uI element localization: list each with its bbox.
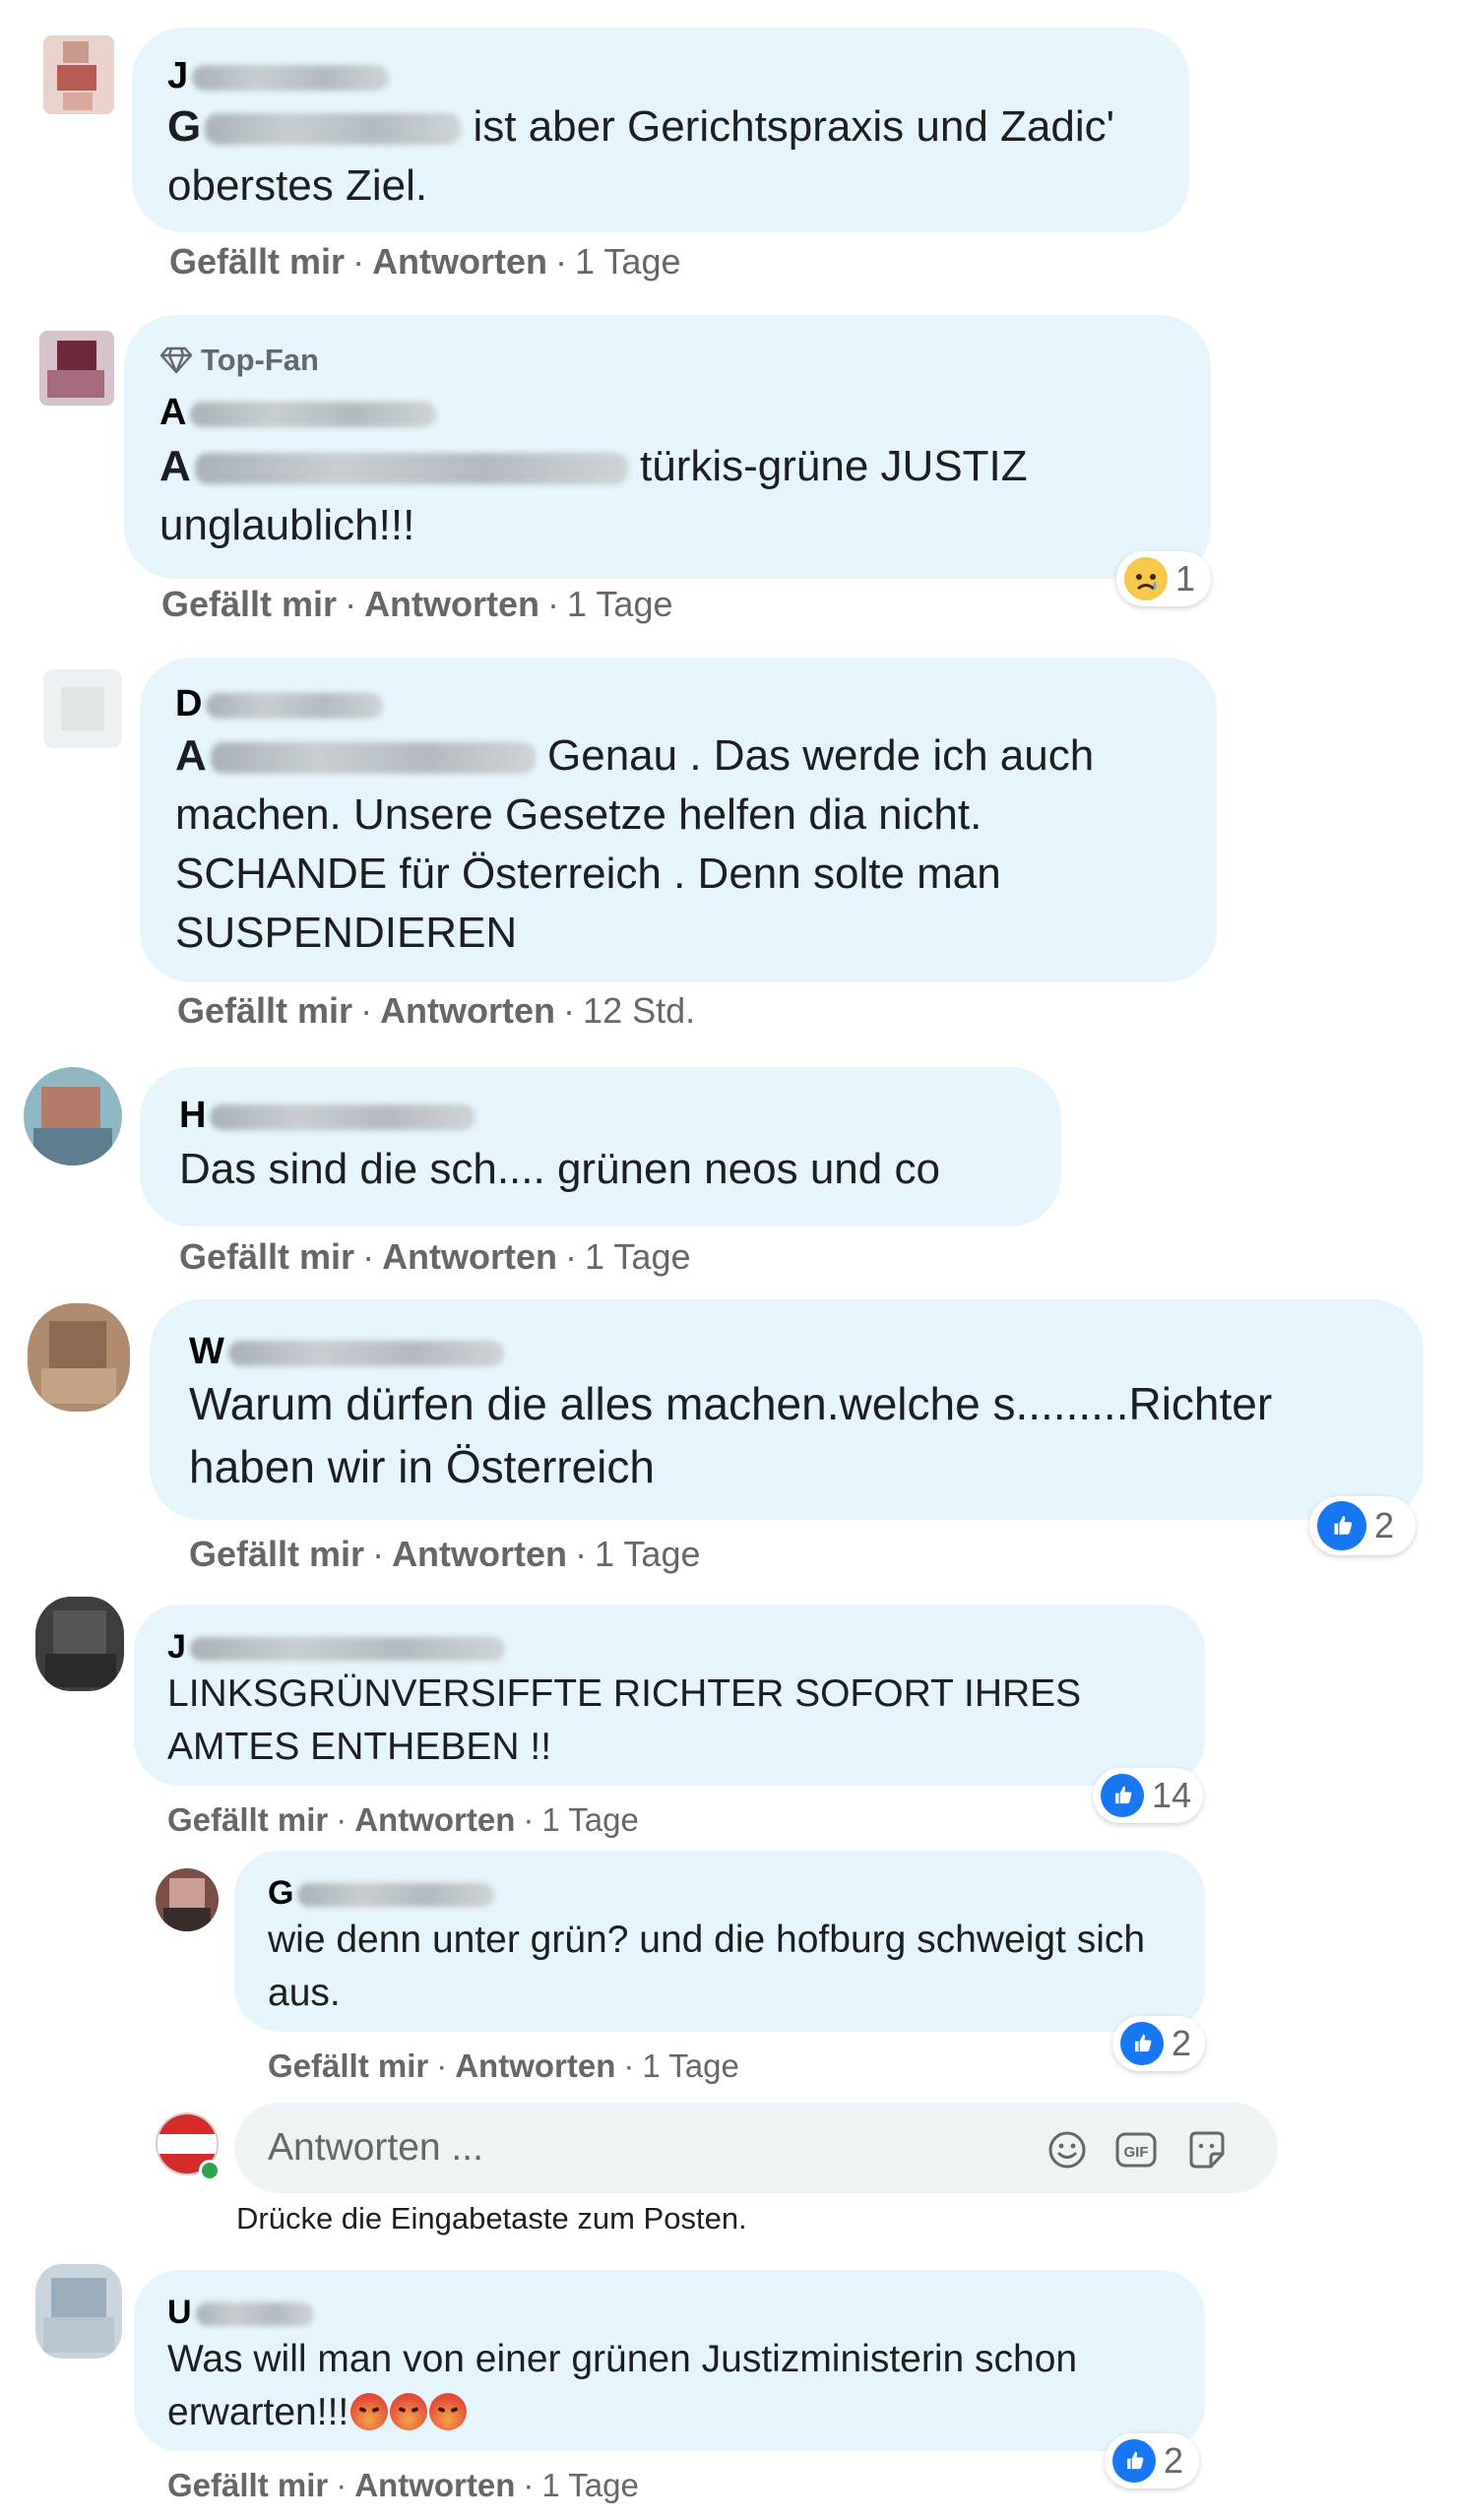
author-name[interactable]: J (167, 1628, 505, 1667)
post-hint: Drücke die Eingabetaste zum Posten. (236, 2201, 747, 2236)
avatar[interactable] (43, 669, 122, 748)
svg-text:GIF: GIF (1124, 2144, 1149, 2161)
like-reaction-icon (1101, 1774, 1144, 1817)
sad-reaction-icon (1124, 557, 1168, 600)
avatar[interactable] (35, 2264, 122, 2359)
comment-actions: Gefällt mir · Antworten · 1 Tage (189, 1534, 701, 1574)
timestamp[interactable]: 1 Tage (585, 1236, 690, 1277)
comment-text: LINKSGRÜNVERSIFFTE RICHTER SOFORT IHRES … (167, 1672, 1082, 1768)
comment-actions: Gefällt mir · Antworten · 1 Tage (268, 2048, 739, 2084)
avatar[interactable] (156, 1868, 219, 1931)
reply-link[interactable]: Antworten (364, 584, 539, 624)
top-fan-badge: Top-Fan (159, 343, 319, 378)
comment-text: Was will man von einer grünen Justizmini… (167, 2338, 1078, 2433)
author-name[interactable]: U (167, 2294, 314, 2332)
reaction-badge[interactable]: 2 (1105, 2433, 1199, 2488)
reply-link[interactable]: Antworten (455, 2048, 615, 2084)
reaction-badge[interactable]: 2 (1309, 1496, 1416, 1555)
angry-emoji-icon (350, 2393, 389, 2430)
gif-icon[interactable]: GIF (1114, 2130, 1158, 2170)
comment-text: A türkis-grüne JUSTIZ unglaublich!!! (159, 437, 1183, 555)
reply-link[interactable]: Antworten (354, 2467, 515, 2503)
avatar[interactable] (28, 1303, 130, 1412)
online-status-dot (199, 2160, 221, 2181)
comment-text: A Genau . Das werde ich auch machen. Uns… (175, 726, 1199, 963)
timestamp[interactable]: 1 Tage (642, 2048, 738, 2084)
reply-placeholder: Antworten ... (268, 2126, 483, 2169)
comment-text: wie denn unter grün? und die hofburg sch… (268, 1919, 1146, 2014)
author-name[interactable]: D (175, 683, 384, 725)
author-name[interactable]: W (189, 1331, 504, 1373)
avatar[interactable] (24, 1067, 122, 1166)
author-name[interactable]: H (179, 1095, 476, 1137)
like-link[interactable]: Gefällt mir (189, 1534, 364, 1574)
comment-actions: Gefällt mir · Antworten · 1 Tage (169, 241, 681, 282)
timestamp[interactable]: 1 Tage (567, 584, 672, 624)
like-link[interactable]: Gefällt mir (179, 1236, 354, 1277)
author-name[interactable]: G (268, 1874, 495, 1913)
avatar[interactable] (35, 1597, 124, 1691)
comment-text: G ist aber Gerichtspraxis und Zadic' obe… (167, 97, 1162, 216)
diamond-icon (159, 346, 193, 374)
comment-actions: Gefällt mir · Antworten · 1 Tage (179, 1236, 691, 1277)
comment-text: Das sind die sch.... grünen neos und co (179, 1145, 940, 1193)
reply-link[interactable]: Antworten (380, 990, 555, 1031)
like-link[interactable]: Gefällt mir (268, 2048, 428, 2084)
mentioned-user[interactable]: G (167, 97, 462, 157)
reply-link[interactable]: Antworten (382, 1236, 557, 1277)
avatar[interactable] (39, 331, 114, 406)
like-link[interactable]: Gefällt mir (167, 2467, 328, 2503)
sticker-icon[interactable] (1185, 2128, 1229, 2172)
comment-actions: Gefällt mir · Antworten · 12 Std. (177, 990, 696, 1031)
like-reaction-icon (1112, 2439, 1156, 2483)
like-link[interactable]: Gefällt mir (169, 241, 345, 282)
reply-link[interactable]: Antworten (372, 241, 547, 282)
reaction-badge[interactable]: 14 (1093, 1768, 1203, 1823)
timestamp[interactable]: 1 Tage (541, 1801, 638, 1838)
author-name[interactable]: A (159, 392, 437, 434)
like-link[interactable]: Gefällt mir (177, 990, 352, 1031)
timestamp[interactable]: 12 Std. (583, 990, 695, 1031)
like-link[interactable]: Gefällt mir (167, 1801, 328, 1838)
like-reaction-icon (1317, 1501, 1366, 1550)
reaction-badge[interactable]: 1 (1116, 551, 1211, 606)
comment-actions: Gefällt mir · Antworten · 1 Tage (167, 1801, 639, 1838)
comment-text: Warum dürfen die alles machen.welche s..… (189, 1378, 1273, 1492)
timestamp[interactable]: 1 Tage (595, 1534, 700, 1574)
like-reaction-icon (1120, 2022, 1164, 2065)
angry-emoji-icon (429, 2393, 468, 2430)
author-name[interactable]: J (167, 55, 390, 97)
like-link[interactable]: Gefällt mir (161, 584, 337, 624)
comment-actions: Gefällt mir · Antworten · 1 Tage (161, 584, 673, 624)
mentioned-user[interactable]: A (159, 437, 628, 496)
mentioned-user[interactable]: A (175, 726, 536, 786)
reply-link[interactable]: Antworten (392, 1534, 567, 1574)
emoji-icon[interactable] (1047, 2130, 1087, 2170)
reply-link[interactable]: Antworten (354, 1801, 515, 1838)
comment-actions: Gefällt mir · Antworten · 1 Tage (167, 2467, 639, 2503)
reaction-badge[interactable]: 2 (1112, 2016, 1205, 2071)
avatar[interactable] (43, 35, 114, 114)
timestamp[interactable]: 1 Tage (541, 2467, 638, 2503)
angry-emoji-icon (390, 2393, 428, 2430)
timestamp[interactable]: 1 Tage (575, 241, 680, 282)
